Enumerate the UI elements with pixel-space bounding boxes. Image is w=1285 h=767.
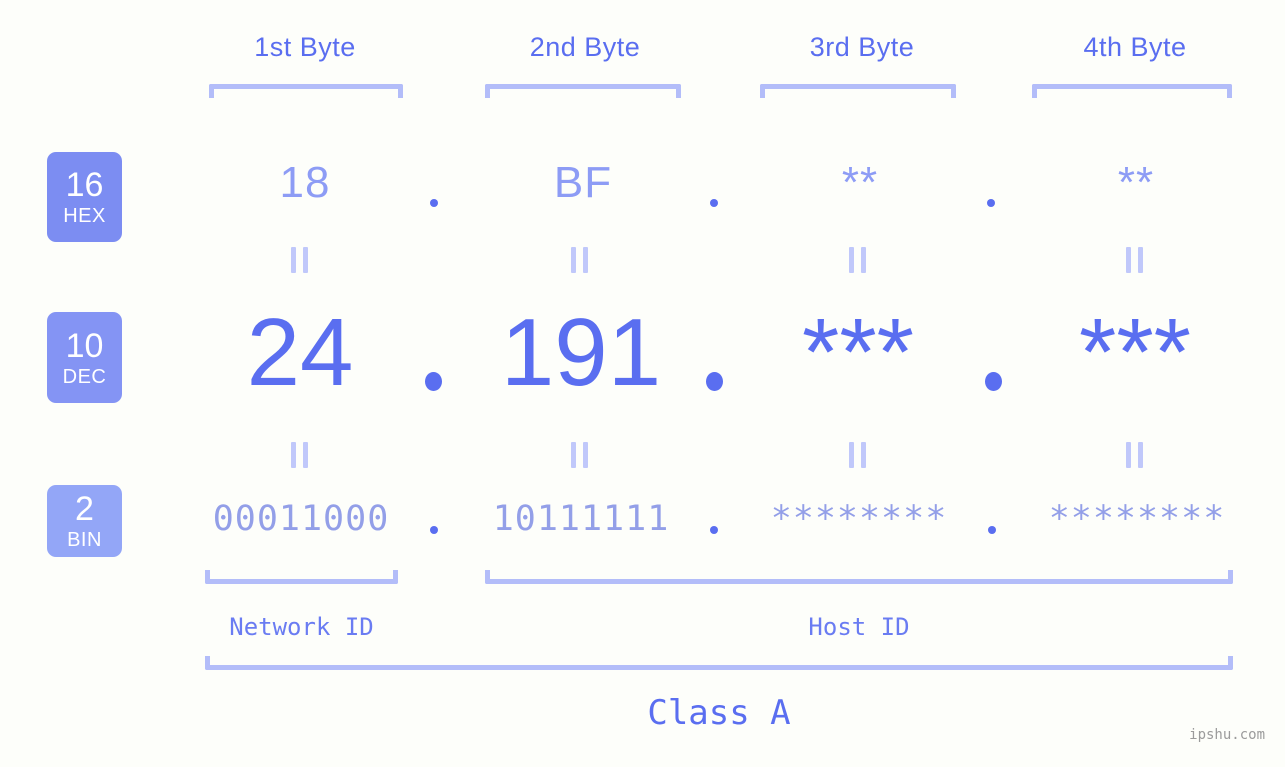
site-watermark: ipshu.com xyxy=(1189,727,1265,743)
equality-mark-dec-bin-4 xyxy=(1126,442,1143,468)
bin-byte-value-3: ******** xyxy=(770,499,948,539)
bin-byte-value-1: 00011000 xyxy=(212,499,390,539)
equality-mark-dec-bin-1 xyxy=(291,442,308,468)
hex-dot-separator-3 xyxy=(987,199,995,207)
dec-byte-value-2: 191 xyxy=(500,299,662,406)
equality-mark-hex-dec-1 xyxy=(291,247,308,273)
byte-header-label-2: 2nd Byte xyxy=(529,32,641,62)
byte-header-label-3: 3rd Byte xyxy=(809,32,915,62)
network-id-label: Network ID xyxy=(229,613,374,641)
bin-byte-value-4: ******** xyxy=(1048,499,1226,539)
base-badge-dec: 10 DEC xyxy=(47,312,122,403)
dec-dot-separator-2 xyxy=(706,372,723,391)
bin-byte-value-2: 10111111 xyxy=(492,499,670,539)
equality-mark-hex-dec-3 xyxy=(849,247,866,273)
base-badge-hex-number: 16 xyxy=(65,166,104,204)
base-badge-bin: 2 BIN xyxy=(47,485,122,557)
network-id-bracket xyxy=(205,570,398,584)
byte-header-label-1: 1st Byte xyxy=(254,32,356,62)
base-badge-hex: 16 HEX xyxy=(47,152,122,242)
base-badge-bin-name: BIN xyxy=(67,529,102,551)
hex-byte-value-2: BF xyxy=(553,158,613,207)
dec-dot-separator-3 xyxy=(985,372,1002,391)
hex-dot-separator-1 xyxy=(430,199,438,207)
hex-byte-value-3: ** xyxy=(841,158,879,207)
host-id-bracket xyxy=(485,570,1233,584)
equality-mark-dec-bin-2 xyxy=(571,442,588,468)
bin-dot-separator-2 xyxy=(710,526,718,534)
dec-byte-value-3: *** xyxy=(801,299,915,406)
base-badge-bin-number: 2 xyxy=(75,490,94,528)
hex-dot-separator-2 xyxy=(710,199,718,207)
bin-dot-separator-1 xyxy=(430,526,438,534)
dec-dot-separator-1 xyxy=(425,372,442,391)
class-bracket xyxy=(205,656,1233,670)
dec-byte-value-1: 24 xyxy=(246,299,354,406)
class-label: Class A xyxy=(647,693,791,733)
byte-header-label-4: 4th Byte xyxy=(1083,32,1187,62)
byte-bracket-4 xyxy=(1032,84,1232,98)
hex-byte-value-1: 18 xyxy=(279,158,331,207)
bin-dot-separator-3 xyxy=(988,526,996,534)
equality-mark-dec-bin-3 xyxy=(849,442,866,468)
byte-bracket-2 xyxy=(485,84,681,98)
byte-bracket-1 xyxy=(209,84,403,98)
base-badge-dec-name: DEC xyxy=(62,365,107,388)
equality-mark-hex-dec-4 xyxy=(1126,247,1143,273)
base-badge-hex-name: HEX xyxy=(63,205,106,227)
ip-address-breakdown-diagram: 1st Byte 2nd Byte 3rd Byte 4th Byte 16 H… xyxy=(0,0,1285,767)
host-id-label: Host ID xyxy=(808,613,910,641)
byte-bracket-3 xyxy=(760,84,956,98)
hex-byte-value-4: ** xyxy=(1117,158,1155,207)
equality-mark-hex-dec-2 xyxy=(571,247,588,273)
base-badge-dec-number: 10 xyxy=(65,326,104,365)
dec-byte-value-4: *** xyxy=(1078,299,1192,406)
